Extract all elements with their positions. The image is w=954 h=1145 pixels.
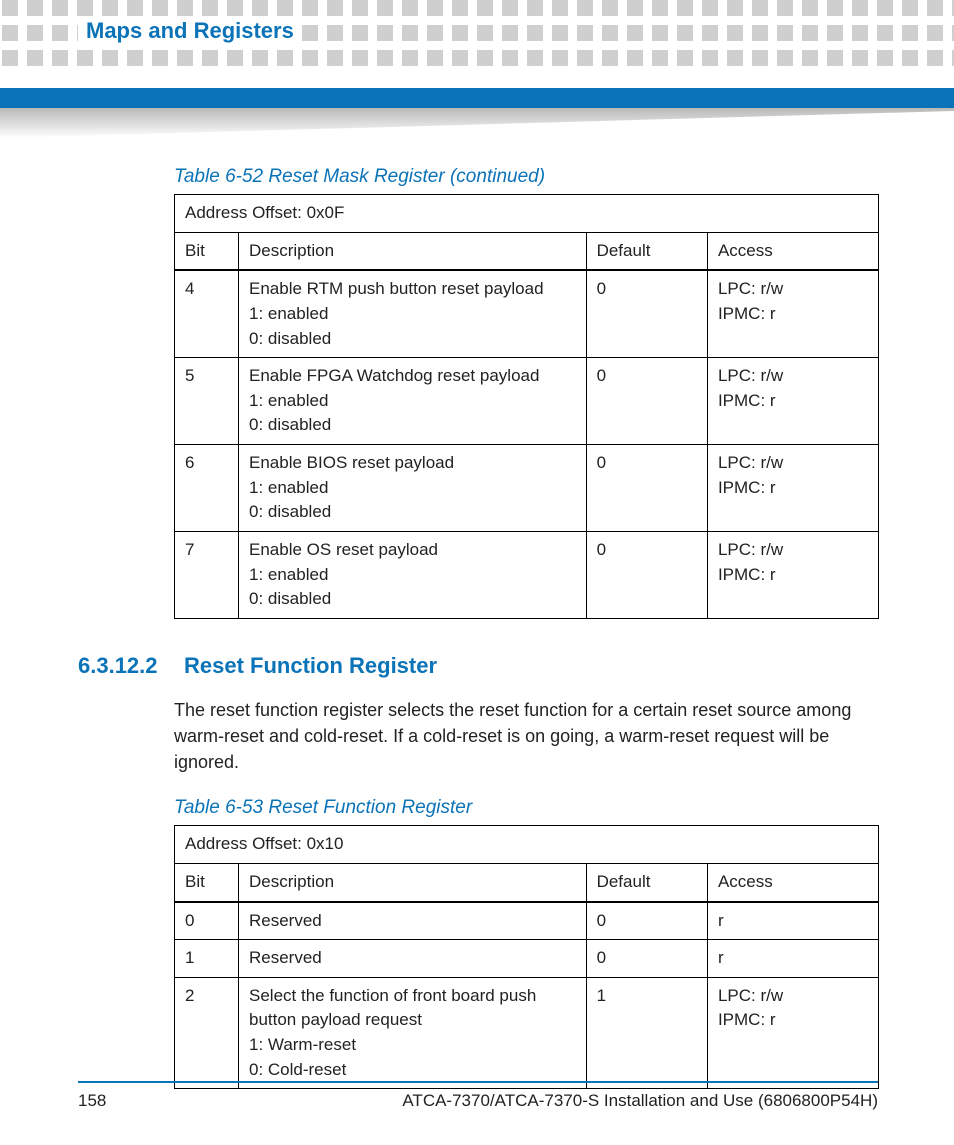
table-row: Bit Description Default Access [175, 232, 879, 270]
table-row: 2 Select the function of front board pus… [175, 977, 879, 1089]
cell-description: Enable OS reset payload 1: enabled 0: di… [239, 532, 587, 619]
cell-default: 0 [586, 532, 707, 619]
table-row: Bit Description Default Access [175, 863, 879, 901]
cell-description: Enable BIOS reset payload 1: enabled 0: … [239, 445, 587, 532]
table-row: 6 Enable BIOS reset payload 1: enabled 0… [175, 445, 879, 532]
table-row: Address Offset: 0x10 [175, 826, 879, 864]
cell-bit: 0 [175, 902, 239, 940]
table-6-53: Address Offset: 0x10 Bit Description Def… [174, 825, 879, 1089]
cell-default: 1 [586, 977, 707, 1089]
cell-access: LPC: r/w IPMC: r [707, 977, 878, 1089]
table-row: 0 Reserved 0 r [175, 902, 879, 940]
cell-default: 0 [586, 902, 707, 940]
cell-bit: 6 [175, 445, 239, 532]
cell-description: Reserved [239, 902, 587, 940]
cell-bit: 1 [175, 940, 239, 978]
col-header-access: Access [707, 863, 878, 901]
cell-description: Enable FPGA Watchdog reset payload 1: en… [239, 358, 587, 445]
header-wedge [0, 108, 954, 138]
col-header-description: Description [239, 863, 587, 901]
table-row: 4 Enable RTM push button reset payload 1… [175, 270, 879, 357]
cell-description: Select the function of front board push … [239, 977, 587, 1089]
table-row: 1 Reserved 0 r [175, 940, 879, 978]
cell-access: LPC: r/w IPMC: r [707, 270, 878, 357]
col-header-description: Description [239, 232, 587, 270]
cell-bit: 4 [175, 270, 239, 357]
cell-access: LPC: r/w IPMC: r [707, 445, 878, 532]
footer-divider [78, 1081, 878, 1083]
table-row: 5 Enable FPGA Watchdog reset payload 1: … [175, 358, 879, 445]
cell-default: 0 [586, 270, 707, 357]
table-6-52-caption: Table 6-52 Reset Mask Register (continue… [174, 166, 878, 188]
cell-access: LPC: r/w IPMC: r [707, 358, 878, 445]
col-header-bit: Bit [175, 863, 239, 901]
address-offset: Address Offset: 0x0F [175, 195, 879, 233]
table-row: Address Offset: 0x0F [175, 195, 879, 233]
col-header-default: Default [586, 863, 707, 901]
cell-description: Enable RTM push button reset payload 1: … [239, 270, 587, 357]
page-number: 158 [78, 1091, 106, 1111]
cell-bit: 7 [175, 532, 239, 619]
table-row: 7 Enable OS reset payload 1: enabled 0: … [175, 532, 879, 619]
section-number: 6.3.12.2 [78, 653, 166, 679]
col-header-access: Access [707, 232, 878, 270]
cell-default: 0 [586, 940, 707, 978]
chapter-title: Maps and Registers [78, 18, 302, 44]
cell-access: r [707, 902, 878, 940]
cell-bit: 2 [175, 977, 239, 1089]
cell-description: Reserved [239, 940, 587, 978]
address-offset: Address Offset: 0x10 [175, 826, 879, 864]
document-title: ATCA-7370/ATCA-7370-S Installation and U… [402, 1091, 878, 1111]
cell-bit: 5 [175, 358, 239, 445]
cell-access: LPC: r/w IPMC: r [707, 532, 878, 619]
section-paragraph: The reset function register selects the … [174, 697, 874, 775]
col-header-default: Default [586, 232, 707, 270]
header-blue-bar [0, 88, 954, 108]
table-6-52: Address Offset: 0x0F Bit Description Def… [174, 194, 879, 619]
col-header-bit: Bit [175, 232, 239, 270]
section-title: Reset Function Register [184, 653, 437, 679]
cell-default: 0 [586, 445, 707, 532]
table-6-53-caption: Table 6-53 Reset Function Register [174, 797, 878, 819]
cell-default: 0 [586, 358, 707, 445]
cell-access: r [707, 940, 878, 978]
